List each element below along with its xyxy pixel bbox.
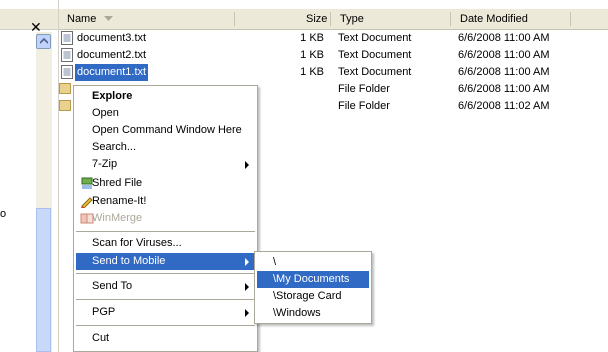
submenu-arrow-icon <box>245 161 249 169</box>
tree-scrollbar[interactable] <box>36 32 52 352</box>
column-header-size[interactable]: Size <box>306 9 327 29</box>
column-separator[interactable] <box>570 12 571 26</box>
folder-tree-pane: ✕ o <box>0 0 58 352</box>
file-date: 6/6/2008 11:00 AM <box>458 83 550 95</box>
file-date: 6/6/2008 11:00 AM <box>458 32 550 44</box>
file-row-selected[interactable]: document1.txt 1 KB Text Document 6/6/200… <box>59 64 608 81</box>
file-type: File Folder <box>338 100 390 112</box>
menu-item-label: Send To <box>92 280 133 292</box>
menu-item-label: Send to Mobile <box>92 255 166 267</box>
file-row[interactable]: document2.txt 1 KB Text Document 6/6/200… <box>59 47 608 64</box>
file-date: 6/6/2008 11:02 AM <box>458 100 550 112</box>
menu-item-label: 7-Zip <box>92 158 118 170</box>
file-date: 6/6/2008 11:00 AM <box>458 66 550 78</box>
send-to-mobile-submenu: \ \My Documents \Storage Card \Windows <box>254 251 372 324</box>
chevron-up-icon <box>40 38 48 44</box>
menu-item-cut[interactable]: Cut <box>76 330 255 347</box>
menu-item-send-to-mobile[interactable]: Send to Mobile <box>76 253 255 270</box>
menu-item-open-command-window[interactable]: Open Command Window Here <box>76 122 255 139</box>
menu-item-7zip[interactable]: 7-Zip <box>76 156 255 173</box>
text-file-icon <box>61 48 73 62</box>
menu-separator <box>76 273 255 274</box>
file-type: Text Document <box>338 49 412 61</box>
tree-edge-text: o <box>0 208 7 220</box>
shred-icon <box>81 177 93 189</box>
file-type: Text Document <box>338 32 412 44</box>
file-date: 6/6/2008 11:00 AM <box>458 49 550 61</box>
column-header: Name Size Type Date Modified <box>59 9 608 30</box>
submenu-arrow-icon <box>245 283 249 291</box>
file-name[interactable]: document1.txt <box>75 64 149 81</box>
sort-desc-icon <box>104 16 113 21</box>
folder-icon <box>59 100 71 111</box>
submenu-item-root[interactable]: \ <box>257 254 369 271</box>
menu-item-label: WinMerge <box>92 212 143 224</box>
menu-separator <box>76 325 255 326</box>
submenu-item-storage-card[interactable]: \Storage Card <box>257 288 369 305</box>
menu-item-explore[interactable]: Explore <box>76 88 255 105</box>
column-header-type[interactable]: Type <box>340 9 364 29</box>
menu-item-label: PGP <box>92 306 116 318</box>
file-name[interactable]: document3.txt <box>77 30 146 47</box>
column-separator[interactable] <box>330 12 331 26</box>
text-file-icon <box>61 31 73 45</box>
column-header-date[interactable]: Date Modified <box>460 9 528 29</box>
submenu-item-my-documents[interactable]: \My Documents <box>257 271 369 288</box>
scroll-thumb[interactable] <box>36 208 51 352</box>
submenu-arrow-icon <box>245 309 249 317</box>
context-menu: Explore Open Open Command Window Here Se… <box>73 85 258 352</box>
file-row[interactable]: document3.txt 1 KB Text Document 6/6/200… <box>59 30 608 47</box>
menu-item-pgp[interactable]: PGP <box>76 304 255 321</box>
column-separator[interactable] <box>450 12 451 26</box>
menu-item-open[interactable]: Open <box>76 105 255 122</box>
menu-item-label: Shred File <box>92 177 143 189</box>
menu-item-label: Rename-It! <box>92 195 147 207</box>
file-size: 1 KB <box>300 32 324 44</box>
menu-item-winmerge: WinMerge <box>76 210 255 227</box>
menu-item-rename-it[interactable]: Rename-It! <box>76 193 255 210</box>
menu-separator <box>76 231 255 232</box>
menu-item-shred-file[interactable]: Shred File <box>76 175 255 192</box>
menu-item-scan-viruses[interactable]: Scan for Viruses... <box>76 235 255 252</box>
text-file-icon <box>61 65 73 79</box>
submenu-item-windows[interactable]: \Windows <box>257 305 369 322</box>
scroll-up-button[interactable] <box>36 34 51 49</box>
file-name[interactable]: document2.txt <box>77 47 146 64</box>
file-type: File Folder <box>338 83 390 95</box>
column-separator[interactable] <box>234 12 235 26</box>
file-type: Text Document <box>338 66 412 78</box>
folder-pane-header: ✕ <box>0 9 58 35</box>
winmerge-icon <box>80 213 94 224</box>
file-size: 1 KB <box>300 66 324 78</box>
menu-item-send-to[interactable]: Send To <box>76 278 255 295</box>
menu-separator <box>76 299 255 300</box>
column-header-name[interactable]: Name <box>67 9 96 29</box>
rename-icon <box>81 197 93 208</box>
file-size: 1 KB <box>300 49 324 61</box>
folder-icon <box>59 83 71 94</box>
submenu-arrow-icon <box>245 258 249 266</box>
menu-item-search[interactable]: Search... <box>76 139 255 156</box>
